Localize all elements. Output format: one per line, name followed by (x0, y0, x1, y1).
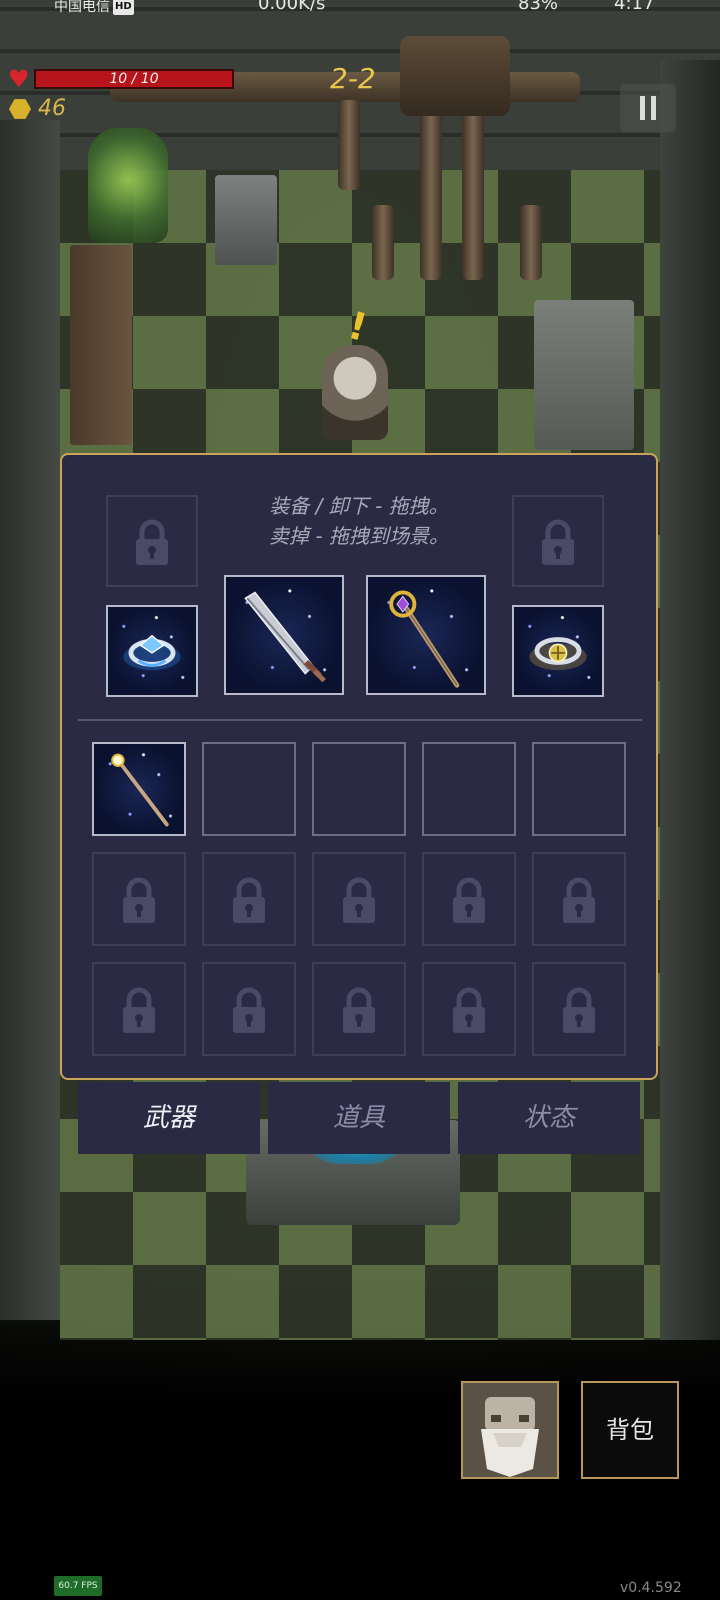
lock-icon (563, 877, 595, 923)
tab-status[interactable]: 状态 (458, 1082, 640, 1154)
equipment-slot-locked[interactable] (512, 495, 604, 587)
bag-slot-item[interactable] (92, 742, 186, 836)
lock-icon (453, 877, 485, 923)
health-bar: 10 / 10 (34, 69, 234, 89)
equipment-slot-locked[interactable] (106, 495, 198, 587)
battery-level: 83% (518, 0, 559, 14)
health-text: 10 / 10 (109, 71, 159, 87)
status-bar: 中国电信 HD 0.00K/s 83% 4:17 (0, 0, 720, 16)
coin-count: 46 (38, 96, 66, 121)
pause-icon (651, 96, 656, 120)
backpack-button[interactable]: 背包 (581, 1381, 679, 1479)
lock-icon (343, 877, 375, 923)
bag-slot-locked[interactable] (532, 852, 626, 946)
clock: 4:17 (614, 0, 655, 14)
pipe-vertical (372, 205, 394, 280)
lock-icon (123, 987, 155, 1033)
blue-ring-icon (123, 634, 181, 671)
broadsword-icon (244, 591, 326, 683)
equipment-slot-ring-left[interactable] (106, 605, 198, 697)
lock-icon (136, 519, 168, 565)
level-label: 2-2 (330, 62, 376, 95)
pause-icon (640, 96, 645, 120)
lock-icon (233, 987, 265, 1033)
bag-slot-locked[interactable] (312, 962, 406, 1056)
steam-machine (400, 36, 510, 116)
bag-slot-empty[interactable] (422, 742, 516, 836)
hd-badge: HD (113, 0, 134, 15)
bag-slot-locked[interactable] (532, 962, 626, 1056)
amethyst-staff-icon (389, 590, 460, 688)
inventory-panel: 装备 / 卸下 - 拖拽。 卖掉 - 拖拽到场景。 (60, 453, 658, 1080)
dungeon-right-wall (660, 60, 720, 1340)
bag-slot-empty[interactable] (312, 742, 406, 836)
equipment-slot-main-weapon[interactable] (224, 575, 344, 695)
equipment-slot-ring-right[interactable] (512, 605, 604, 697)
lock-icon (123, 877, 155, 923)
glowing-jar (88, 128, 168, 243)
pipe-vertical (420, 110, 442, 280)
bag-slot-locked[interactable] (422, 962, 516, 1056)
character-portrait-button[interactable] (461, 1381, 559, 1479)
dungeon-left-wall (0, 120, 60, 1320)
npc-wizard[interactable] (322, 345, 388, 440)
bag-slot-locked[interactable] (202, 962, 296, 1056)
stone-statue (534, 300, 634, 450)
lock-icon (233, 877, 265, 923)
bag-slot-locked[interactable] (92, 852, 186, 946)
pipe-vertical (520, 205, 542, 280)
lock-icon (343, 987, 375, 1033)
pipe-vertical (338, 100, 360, 190)
network-speed: 0.00K/s (258, 0, 326, 14)
version-label: v0.4.592 (620, 1580, 682, 1596)
bag-slot-locked[interactable] (92, 962, 186, 1056)
bag-slot-locked[interactable] (312, 852, 406, 946)
bag-slot-empty[interactable] (202, 742, 296, 836)
wizard-portrait-icon (463, 1383, 557, 1477)
pipe-vertical (462, 110, 484, 280)
lock-icon (453, 987, 485, 1033)
tab-weapons[interactable]: 武器 (78, 1082, 260, 1154)
lock-icon (542, 519, 574, 565)
wand-icon (111, 753, 169, 827)
panel-divider (78, 719, 642, 721)
carrier-label: 中国电信 HD (54, 0, 134, 15)
heart-icon: ♥ (8, 65, 30, 93)
bag-slot-empty[interactable] (532, 742, 626, 836)
bag-slot-locked[interactable] (422, 852, 516, 946)
gold-ring-icon (529, 637, 587, 671)
furnace (215, 175, 277, 265)
lock-icon (563, 987, 595, 1033)
fps-counter: 60.7 FPS (54, 1576, 102, 1596)
bookshelf (70, 245, 132, 445)
tab-items[interactable]: 道具 (268, 1082, 450, 1154)
bag-slot-locked[interactable] (202, 852, 296, 946)
pause-button[interactable] (620, 84, 676, 132)
equipment-slot-off-weapon[interactable] (366, 575, 486, 695)
